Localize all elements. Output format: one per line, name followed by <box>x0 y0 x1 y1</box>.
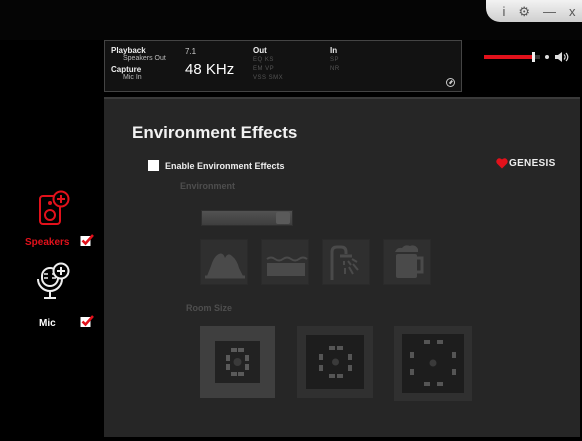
capture-label: Capture <box>111 65 142 74</box>
volume-fill <box>484 55 534 59</box>
master-volume[interactable] <box>484 50 574 64</box>
playback-device: Speakers Out <box>123 55 166 62</box>
sidebar-item-speakers[interactable]: Speakers <box>0 190 102 252</box>
small-room-button[interactable] <box>200 326 275 398</box>
in-effects-row1: SP <box>330 57 340 63</box>
out-effects-row2: EM VP <box>253 66 275 72</box>
microphone-device-icon <box>37 262 70 299</box>
sidebar-item-speakers-label: Speakers <box>25 237 70 248</box>
chevron-down-icon[interactable] <box>276 212 290 224</box>
environment-section-label: Environment <box>180 181 236 191</box>
medium-room-icon <box>319 346 352 378</box>
large-room-icon <box>410 340 456 386</box>
gear-icon[interactable]: ⚙ <box>518 5 530 18</box>
large-room-button[interactable] <box>394 326 472 401</box>
speaker-volume-icon[interactable] <box>554 51 570 63</box>
volume-max-dot <box>545 55 549 59</box>
mic-check-icon[interactable] <box>80 315 94 328</box>
channel-config: 7.1 <box>185 47 197 56</box>
theater-preset-button[interactable] <box>200 239 248 285</box>
window-controls: i ⚙ — x <box>486 0 582 22</box>
small-room-icon <box>226 348 249 376</box>
room-size-section-label: Room Size <box>186 303 233 313</box>
medium-room-button[interactable] <box>297 326 373 398</box>
gauge-icon[interactable] <box>446 78 455 87</box>
playback-label: Playback <box>111 46 146 55</box>
beer-icon <box>395 245 424 278</box>
enable-label: Enable Environment Effects <box>165 160 285 171</box>
minimize-button[interactable]: — <box>543 5 556 18</box>
water-icon <box>266 256 308 276</box>
page-title: Environment Effects <box>132 123 298 142</box>
volume-slider[interactable] <box>484 52 540 62</box>
close-button[interactable]: x <box>569 5 576 18</box>
shower-icon <box>330 245 359 280</box>
brand-name: GENESIS <box>509 158 556 169</box>
enable-checkbox[interactable] <box>148 160 159 171</box>
info-icon[interactable]: i <box>502 5 505 18</box>
in-label: In <box>330 46 338 55</box>
water-preset-button[interactable] <box>261 239 309 285</box>
speakers-check-icon[interactable] <box>80 234 94 247</box>
in-effects-row2: NR <box>330 66 340 72</box>
capture-device: Mic In <box>123 74 142 81</box>
beer-preset-button[interactable] <box>383 239 431 285</box>
out-effects-row1: EQ KS <box>253 57 274 63</box>
out-effects-row3: VSS SMX <box>253 75 284 81</box>
speaker-device-icon <box>39 190 70 225</box>
device-info-panel: Playback Speakers Out Capture Mic In 7.1… <box>104 40 462 92</box>
sample-rate: 48 KHz <box>185 61 235 78</box>
out-label: Out <box>253 46 267 55</box>
environment-effects-panel: Environment Effects Enable Environment E… <box>104 97 580 437</box>
environment-dropdown[interactable] <box>201 210 293 226</box>
sidebar-item-mic[interactable]: Mic <box>0 262 102 332</box>
brand-logo: GENESIS <box>496 158 556 169</box>
volume-thumb[interactable] <box>532 52 536 62</box>
heart-logo-icon <box>496 158 508 169</box>
enable-environment-toggle[interactable]: Enable Environment Effects <box>148 160 285 171</box>
theater-icon <box>205 253 245 279</box>
shower-preset-button[interactable] <box>322 239 370 285</box>
sidebar-item-mic-label: Mic <box>39 318 56 329</box>
